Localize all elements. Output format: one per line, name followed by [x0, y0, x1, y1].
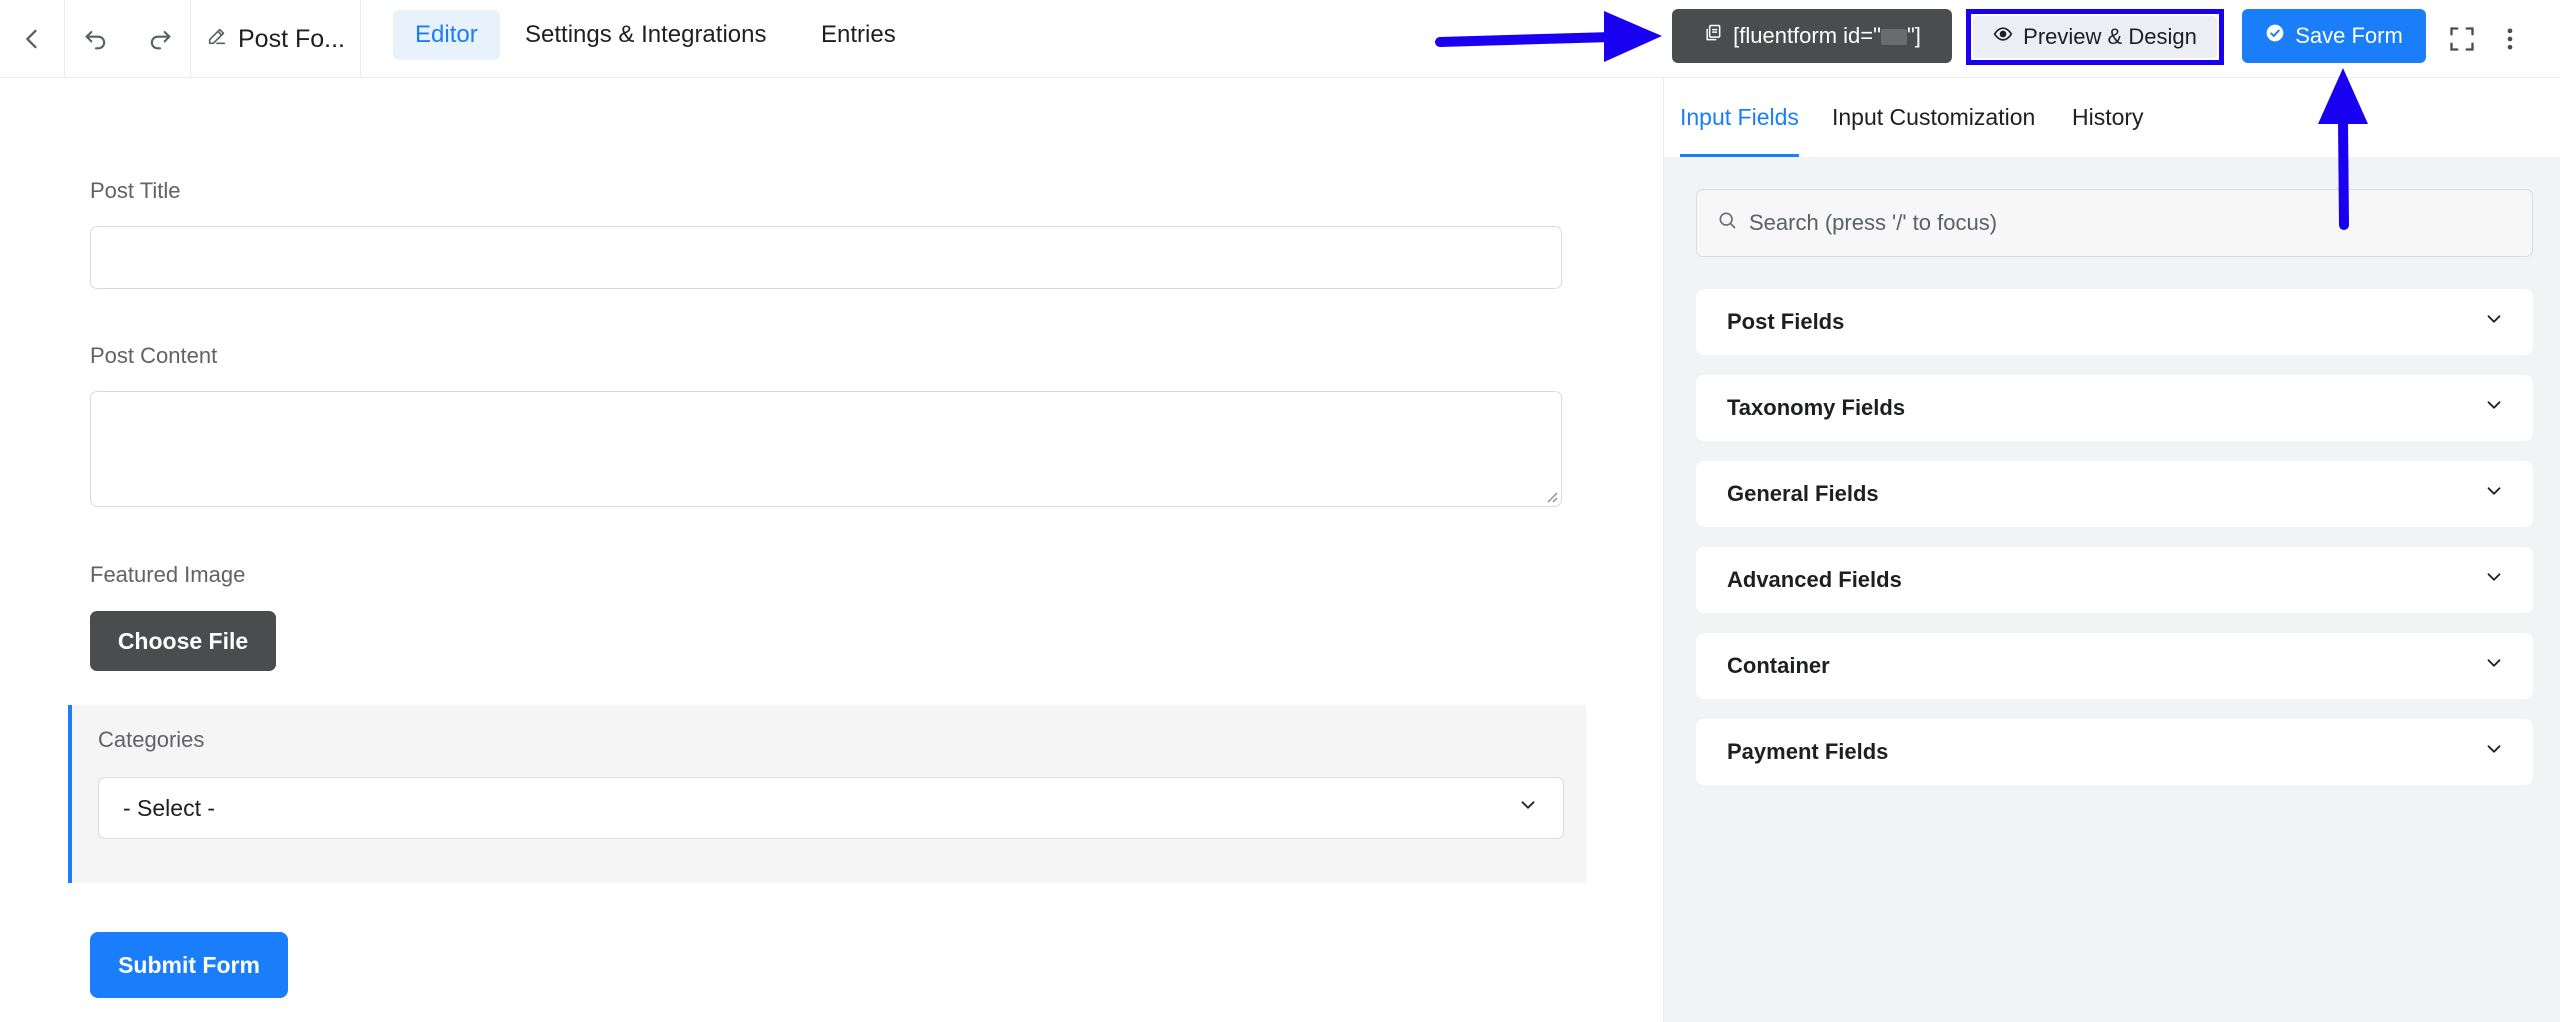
more-vertical-icon[interactable] — [2492, 0, 2528, 78]
save-form-button[interactable]: Save Form — [2242, 9, 2426, 63]
post-content-field[interactable] — [90, 391, 1562, 507]
fields-sidebar: Input Fields Input Customization History… — [1663, 78, 2560, 1022]
preview-design-button[interactable]: Preview & Design — [1973, 16, 2217, 58]
shortcode-prefix: [fluentform id=" — [1733, 23, 1881, 48]
copy-icon — [1703, 23, 1723, 49]
form-editor-page: Post Fo... Editor Settings & Integration… — [0, 0, 2560, 1022]
field-search-input[interactable]: Search (press '/' to focus) — [1696, 189, 2533, 257]
group-label: General Fields — [1727, 481, 1879, 506]
chevron-down-icon — [2483, 738, 2505, 766]
tab-history[interactable]: History — [2072, 78, 2144, 157]
submit-form-button[interactable]: Submit Form — [90, 932, 288, 998]
chevron-down-icon — [2483, 480, 2505, 508]
group-label: Container — [1727, 653, 1830, 678]
shortcode-suffix: "] — [1906, 23, 1921, 48]
check-circle-icon — [2265, 23, 2285, 49]
search-icon — [1717, 210, 1737, 236]
redo-icon[interactable] — [128, 0, 192, 78]
featured-image-label: Featured Image — [90, 562, 246, 587]
chevron-down-icon — [1517, 794, 1539, 822]
chevron-left-icon[interactable] — [0, 0, 64, 78]
group-label: Taxonomy Fields — [1727, 395, 1906, 420]
post-title-field[interactable] — [90, 226, 1562, 289]
pencil-icon — [206, 25, 228, 54]
top-bar: Post Fo... Editor Settings & Integration… — [0, 0, 2560, 78]
chevron-down-icon — [2483, 308, 2505, 336]
group-label: Payment Fields — [1727, 739, 1889, 764]
tab-entries[interactable]: Entries — [799, 10, 918, 60]
search-placeholder: Search (press '/' to focus) — [1749, 210, 1998, 235]
preview-design-label: Preview & Design — [2023, 24, 2197, 49]
fullscreen-icon[interactable] — [2430, 0, 2494, 78]
categories-field-block[interactable]: Categories - Select - — [68, 705, 1586, 883]
group-payment-fields[interactable]: Payment Fields — [1696, 719, 2533, 785]
sidebar-tabs: Input Fields Input Customization History — [1664, 78, 2560, 157]
post-title-label: Post Title — [90, 178, 181, 203]
eye-icon — [1993, 24, 2013, 50]
form-name-label: Post Fo... — [238, 24, 345, 53]
group-general-fields[interactable]: General Fields — [1696, 461, 2533, 527]
group-container[interactable]: Container — [1696, 633, 2533, 699]
categories-label: Categories — [98, 727, 205, 752]
categories-select-value: - Select - — [123, 794, 216, 821]
categories-select[interactable]: - Select - — [98, 777, 1564, 839]
redacted-id — [1880, 29, 1907, 46]
chevron-down-icon — [2483, 652, 2505, 680]
tab-settings-integrations[interactable]: Settings & Integrations — [503, 10, 788, 60]
copy-shortcode-button[interactable]: [fluentform id=" "] — [1672, 9, 1952, 63]
tab-editor[interactable]: Editor — [393, 10, 500, 60]
undo-icon[interactable] — [64, 0, 128, 78]
group-post-fields[interactable]: Post Fields — [1696, 289, 2533, 355]
post-content-label: Post Content — [90, 343, 218, 368]
form-name[interactable]: Post Fo... — [206, 0, 345, 78]
chevron-down-icon — [2483, 566, 2505, 594]
form-editor-canvas: Post Title Post Content Featured Image C… — [0, 78, 1663, 1022]
tab-input-customization[interactable]: Input Customization — [1832, 78, 2035, 157]
choose-file-button[interactable]: Choose File — [90, 611, 276, 671]
tab-input-fields[interactable]: Input Fields — [1680, 78, 1799, 157]
chevron-down-icon — [2483, 394, 2505, 422]
group-advanced-fields[interactable]: Advanced Fields — [1696, 547, 2533, 613]
group-label: Post Fields — [1727, 309, 1845, 334]
resize-handle-icon[interactable] — [1544, 489, 1558, 503]
save-form-label: Save Form — [2295, 23, 2403, 48]
group-label: Advanced Fields — [1727, 567, 1902, 592]
group-taxonomy-fields[interactable]: Taxonomy Fields — [1696, 375, 2533, 441]
